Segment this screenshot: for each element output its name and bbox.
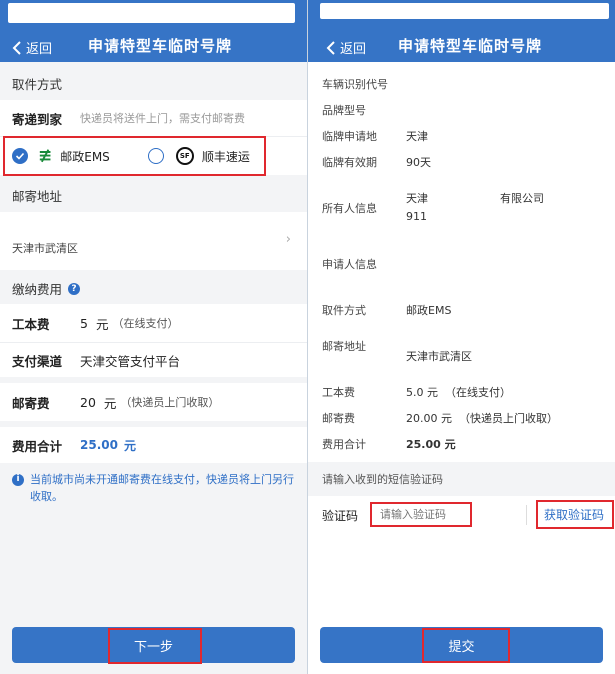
applicant-row: 申请人信息 [322, 256, 406, 272]
total-row: 费用合计 25.00 元 [322, 436, 456, 452]
chevron-left-icon [12, 40, 21, 55]
back-label: 返回 [340, 42, 367, 57]
step1-screen: 返回 申请特型车临时号牌 取件方式 寄递到家 快递员将送件上门，需支付邮寄费 ≢… [0, 0, 307, 674]
status-bar [8, 3, 295, 23]
back-button[interactable]: 返回 [12, 38, 52, 57]
address-label: 邮寄地址 [322, 340, 366, 353]
highlight-box [422, 628, 510, 663]
cost-amount: 5 [80, 315, 88, 331]
highlight-box [3, 136, 266, 176]
pickup-method-hint: 快递员将送件上门，需支付邮寄费 [80, 112, 245, 125]
applicant-label: 申请人信息 [322, 258, 377, 271]
plate-place-row: 临牌申请地 天津 [322, 128, 428, 144]
total-label: 费用合计 [12, 438, 63, 454]
pickup-method-row: 寄递到家 快递员将送件上门，需支付邮寄费 [0, 100, 307, 136]
address-value: 天津市武清区 [406, 350, 472, 363]
cost-value: 5.0 元 （在线支付） [406, 386, 511, 399]
channel-value: 天津交管支付平台 [80, 353, 181, 369]
cost-row: 工本费 5.0 元 （在线支付） [322, 384, 511, 400]
highlight-box [370, 502, 472, 527]
back-button[interactable]: 返回 [326, 38, 366, 57]
owner-line2: 911 [406, 210, 427, 223]
status-bar [320, 3, 609, 19]
postage-row: 邮寄费 20 元 （快递员上门收取） [0, 383, 307, 421]
validity-label: 临牌有效期 [322, 156, 377, 169]
pickup-label: 取件方式 [322, 304, 366, 317]
highlight-box [108, 628, 202, 664]
postage-label: 邮寄费 [12, 395, 50, 411]
owner-row: 所有人信息 [322, 200, 406, 216]
postage-row: 邮寄费 20.00 元 （快递员上门收取） [322, 410, 558, 426]
pickup-row: 取件方式 邮政EMS [322, 302, 451, 318]
page-title: 申请特型车临时号牌 [398, 37, 543, 55]
nav-bar: 返回 申请特型车临时号牌 [0, 0, 307, 62]
postage-amount: 20 [80, 394, 96, 410]
notice: i 当前城市尚未开通邮寄费在线支付，快递员将上门另行收取。 [12, 472, 297, 505]
vin-label: 车辆识别代号 [322, 78, 388, 91]
owner-label: 所有人信息 [322, 202, 377, 215]
cost-unit: 元 [95, 316, 109, 332]
total-row: 费用合计 25.00 元 [0, 427, 307, 463]
fees-section-title: 缴纳费用 [12, 282, 63, 297]
owner-line1-a: 天津 [406, 192, 428, 205]
nav-bar: 返回 申请特型车临时号牌 [308, 0, 615, 62]
owner-line1-b: 有限公司 [500, 192, 544, 205]
verify-label: 验证码 [322, 508, 359, 523]
total-value: 25.00 元 [406, 438, 456, 451]
fees-section-title-row: 缴纳费用 ? [0, 279, 307, 298]
help-icon[interactable]: ? [68, 282, 81, 295]
back-label: 返回 [26, 42, 53, 57]
total-unit: 元 [123, 438, 136, 453]
page-title: 申请特型车临时号牌 [88, 37, 233, 55]
step2-screen: 返回 申请特型车临时号牌 车辆识别代号 品牌型号 临牌申请地 天津 临牌有效期 … [308, 0, 615, 674]
cost-label: 工本费 [322, 386, 355, 399]
total-label: 费用合计 [322, 438, 366, 451]
highlight-box [536, 500, 614, 529]
validity-value: 90天 [406, 156, 431, 169]
address-row[interactable]: 天津市武清区 › [0, 212, 307, 270]
address-row: 邮寄地址 [322, 338, 406, 354]
postage-label: 邮寄费 [322, 412, 355, 425]
postage-unit: 元 [103, 395, 117, 411]
postage-value: 20.00 元 （快递员上门收取） [406, 412, 558, 425]
total-value: 25.00 [80, 438, 118, 452]
plate-place-value: 天津 [406, 130, 428, 143]
channel-label: 支付渠道 [12, 353, 63, 369]
info-icon: i [12, 474, 24, 486]
postage-note: （快递员上门收取） [120, 396, 220, 409]
validity-row: 临牌有效期 90天 [322, 154, 431, 170]
chevron-right-icon: › [285, 232, 291, 247]
verify-prompt: 请输入收到的短信验证码 [308, 462, 615, 496]
notice-text: 当前城市尚未开通邮寄费在线支付，快递员将上门另行收取。 [30, 473, 294, 503]
divider [526, 505, 527, 525]
cost-label: 工本费 [12, 316, 50, 332]
plate-place-label: 临牌申请地 [322, 130, 377, 143]
vin-row: 车辆识别代号 [322, 76, 406, 92]
address-section-title: 邮寄地址 [12, 189, 63, 204]
chevron-left-icon [326, 40, 335, 55]
pickup-section-title: 取件方式 [12, 77, 63, 92]
brand-row: 品牌型号 [322, 102, 406, 118]
pickup-value: 邮政EMS [406, 304, 452, 317]
channel-row: 支付渠道 天津交管支付平台 [0, 343, 307, 377]
cost-row: 工本费 5 元 （在线支付） [0, 304, 307, 342]
brand-label: 品牌型号 [322, 104, 366, 117]
cost-note: （在线支付） [112, 317, 179, 330]
address-value: 天津市武清区 [12, 242, 78, 255]
pickup-method-label: 寄递到家 [12, 111, 63, 127]
